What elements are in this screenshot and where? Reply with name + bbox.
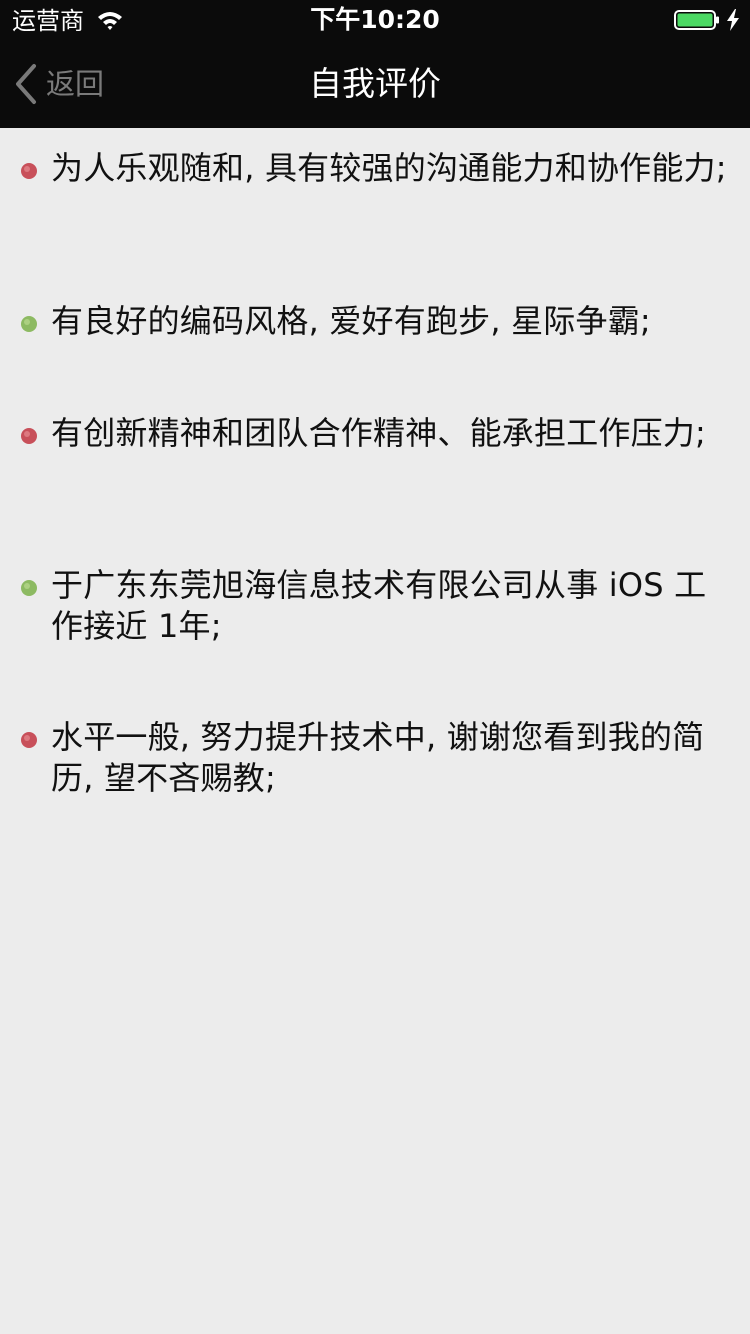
navigation-bar: 返回 自我评价: [0, 40, 750, 128]
bullet-green-icon: [21, 316, 37, 332]
bullet-red-icon: [21, 732, 37, 748]
status-bar: 运营商 下午10:20: [0, 0, 750, 40]
battery-icon: [674, 10, 719, 30]
bullet-red-icon: [21, 163, 37, 179]
evaluation-text: 为人乐观随和, 具有较强的沟通能力和协作能力;: [51, 149, 727, 187]
evaluation-text: 水平一般, 努力提升技术中, 谢谢您看到我的简历, 望不吝赐教;: [51, 718, 705, 797]
status-time: 下午10:20: [310, 5, 440, 34]
charging-bolt-icon: [727, 9, 739, 31]
evaluation-text: 有良好的编码风格, 爱好有跑步, 星际争霸;: [51, 302, 651, 340]
bullet-red-icon: [21, 428, 37, 444]
evaluation-text: 有创新精神和团队合作精神、能承担工作压力;: [51, 414, 706, 452]
bullet-green-icon: [21, 580, 37, 596]
page-title: 自我评价: [309, 64, 441, 103]
evaluation-text: 于广东东莞旭海信息技术有限公司从事 iOS 工作接近 1年;: [51, 566, 707, 645]
header: 运营商 下午10:20 返回 自我评价: [0, 0, 750, 128]
